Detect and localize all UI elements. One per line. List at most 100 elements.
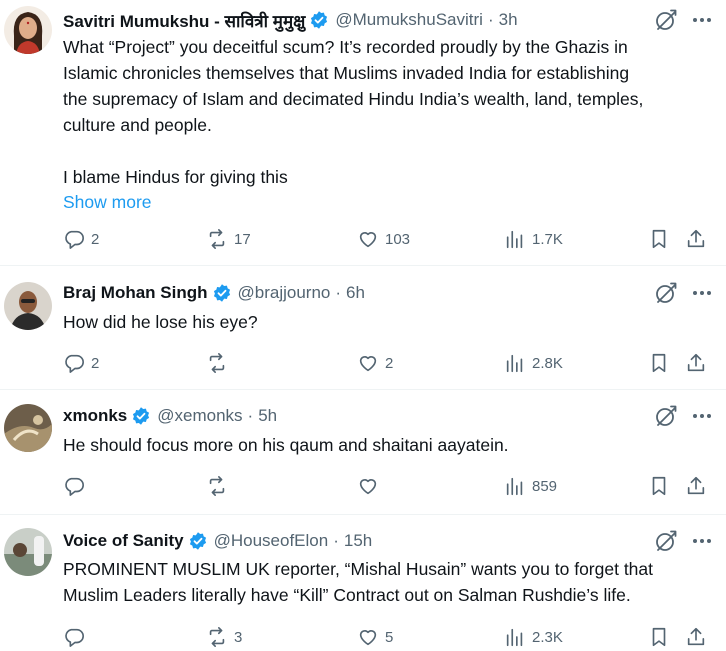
bookmark-button[interactable]: [648, 351, 676, 375]
like-icon: [359, 479, 377, 495]
repost-icon: [209, 353, 225, 373]
action-bar: 2 17 103 1.7K: [63, 227, 712, 251]
share-icon: [687, 353, 705, 372]
display-name[interactable]: Voice of Sanity: [63, 531, 184, 551]
repost-icon: [209, 476, 225, 496]
bookmark-button[interactable]: [648, 625, 676, 649]
display-name[interactable]: Savitri Mumukshu - सावित्री मुमुक्षु: [63, 9, 305, 32]
bookmark-icon: [652, 476, 666, 496]
views-button[interactable]: 1.7K: [504, 227, 563, 251]
like-button[interactable]: 2: [357, 351, 393, 375]
handle[interactable]: @brajjourno: [238, 283, 331, 303]
action-bar: 2 2 2.8K: [63, 351, 712, 375]
timestamp[interactable]: 6h: [346, 283, 365, 303]
reply-icon: [65, 354, 84, 373]
reply-count: 2: [91, 354, 100, 372]
separator-dot: ·: [247, 406, 254, 425]
share-icon: [687, 229, 705, 248]
views-count: 2.3K: [532, 628, 563, 646]
display-name[interactable]: Braj Mohan Singh: [63, 283, 208, 303]
tweet-text: He should focus more on his qaum and sha…: [63, 432, 706, 458]
like-count: 103: [385, 230, 411, 248]
tweet[interactable]: Voice of Sanity @HouseofElon · 15h PROMI…: [0, 515, 726, 651]
more-icon[interactable]: [690, 8, 714, 32]
tweet-text-line: He should focus more on his qaum and sha…: [63, 435, 509, 455]
views-count: 859: [532, 477, 558, 495]
tweet[interactable]: xmonks @xemonks · 5h He should focus mor…: [0, 390, 726, 515]
reply-button[interactable]: 2: [63, 351, 99, 375]
bookmark-icon: [652, 229, 666, 249]
repost-button[interactable]: 17: [206, 227, 251, 251]
views-count: 2.8K: [532, 354, 563, 372]
avatar[interactable]: [4, 6, 52, 54]
tweet-text-line: I blame Hindus for giving this: [63, 167, 288, 187]
views-button[interactable]: 2.8K: [504, 351, 563, 375]
more-icon[interactable]: [690, 281, 714, 305]
views-button[interactable]: 2.3K: [504, 625, 563, 649]
repost-count: 17: [234, 230, 251, 248]
repost-icon: [209, 229, 225, 249]
repost-button[interactable]: 3: [206, 625, 242, 649]
share-button[interactable]: [685, 351, 713, 375]
tweet-header: Savitri Mumukshu - सावित्री मुमुक्षु @Mu…: [63, 8, 636, 32]
like-icon: [359, 232, 377, 248]
verified-badge-icon: [212, 283, 232, 303]
repost-button[interactable]: [206, 474, 234, 498]
grok-icon[interactable]: [654, 404, 678, 428]
bookmark-button[interactable]: [648, 227, 676, 251]
views-icon: [506, 230, 523, 249]
tweet-text-line: What “Project” you deceitful scum? It’s …: [63, 37, 628, 57]
timestamp[interactable]: 15h: [344, 531, 372, 551]
tweet-text: What “Project” you deceitful scum? It’s …: [63, 34, 706, 214]
repost-button[interactable]: [206, 351, 234, 375]
avatar[interactable]: [4, 404, 52, 452]
views-count: 1.7K: [532, 230, 563, 248]
views-icon: [506, 354, 523, 373]
views-button[interactable]: 859: [504, 474, 557, 498]
tweet[interactable]: Savitri Mumukshu - सावित्री मुमुक्षु @Mu…: [0, 0, 726, 266]
reply-button[interactable]: 2: [63, 227, 99, 251]
like-button[interactable]: 5: [357, 625, 393, 649]
action-bar: 859: [63, 474, 712, 498]
more-icon[interactable]: [690, 404, 714, 428]
more-icon[interactable]: [690, 529, 714, 553]
avatar[interactable]: [4, 528, 52, 576]
separator-dot: ·: [335, 283, 342, 302]
display-name[interactable]: xmonks: [63, 406, 127, 426]
grok-icon[interactable]: [654, 529, 678, 553]
reply-button[interactable]: [63, 625, 91, 649]
like-icon: [359, 356, 377, 372]
tweet-header: Braj Mohan Singh @brajjourno · 6h: [63, 281, 636, 305]
show-more-link[interactable]: Show more: [63, 190, 706, 214]
tweet-text: How did he lose his eye?: [63, 309, 706, 335]
tweet[interactable]: Braj Mohan Singh @brajjourno · 6h How di…: [0, 266, 726, 390]
views-icon: [506, 628, 523, 647]
like-button[interactable]: [357, 474, 385, 498]
share-icon: [687, 627, 705, 646]
grok-icon[interactable]: [654, 281, 678, 305]
tweet-header: xmonks @xemonks · 5h: [63, 404, 636, 428]
timestamp[interactable]: 5h: [258, 406, 277, 426]
tweet-text-line: Islamic chronicles themselves that Musli…: [63, 63, 630, 83]
grok-icon[interactable]: [654, 8, 678, 32]
like-button[interactable]: 103: [357, 227, 410, 251]
handle[interactable]: @HouseofElon: [214, 531, 329, 551]
bookmark-button[interactable]: [648, 474, 676, 498]
timestamp[interactable]: 3h: [499, 10, 518, 30]
share-button[interactable]: [685, 625, 713, 649]
like-count: 5: [385, 628, 394, 646]
handle[interactable]: @MumukshuSavitri: [335, 10, 483, 30]
reply-feed: Savitri Mumukshu - सावित्री मुमुक्षु @Mu…: [0, 0, 726, 651]
verified-badge-icon: [131, 406, 151, 426]
reply-icon: [65, 628, 84, 647]
share-button[interactable]: [685, 474, 713, 498]
reply-button[interactable]: [63, 474, 91, 498]
tweet-text-line: How did he lose his eye?: [63, 312, 258, 332]
share-button[interactable]: [685, 227, 713, 251]
tweet-text-line: culture and people.: [63, 115, 212, 135]
bookmark-icon: [652, 353, 666, 373]
avatar[interactable]: [4, 282, 52, 330]
handle[interactable]: @xemonks: [157, 406, 242, 426]
verified-badge-icon: [309, 10, 329, 30]
